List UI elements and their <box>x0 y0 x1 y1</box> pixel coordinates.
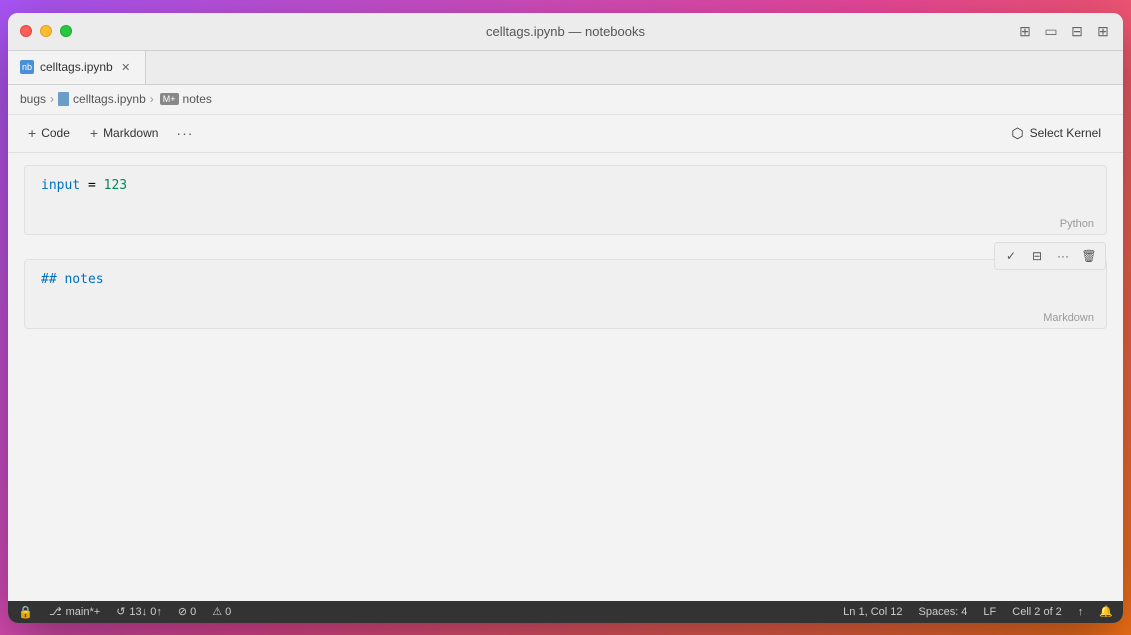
status-right: Ln 1, Col 12 Spaces: 4 LF Cell 2 of 2 ↑ … <box>843 605 1113 618</box>
code-number-123: 123 <box>104 178 127 193</box>
cell-1[interactable]: input = 123 Python <box>24 165 1107 235</box>
warnings-label: ⚠ 0 <box>212 605 231 618</box>
breadcrumb-file[interactable]: celltags.ipynb <box>58 92 146 106</box>
close-button[interactable] <box>20 25 32 37</box>
tab-bar: nb celltags.ipynb ✕ <box>8 51 1123 85</box>
breadcrumb-notes[interactable]: M+ notes <box>158 92 212 106</box>
cell-2-content[interactable]: ## notes <box>25 260 1106 308</box>
file-icon <box>58 92 69 106</box>
markdown-label: Markdown <box>103 126 158 140</box>
window-title: celltags.ipynb — notebooks <box>486 24 645 39</box>
branch-label: main*+ <box>66 606 101 618</box>
add-code-button[interactable]: + Code <box>20 121 78 145</box>
cell-2-language: Markdown <box>1043 312 1094 324</box>
tab-close-button[interactable]: ✕ <box>119 60 133 74</box>
cell-info-label: Cell 2 of 2 <box>1012 606 1062 618</box>
status-bar: 🔒 ⎇ main*+ ↺ 13↓ 0↑ ⊘ 0 ⚠ 0 Ln 1, Col 12… <box>8 601 1123 623</box>
code-equals: = <box>88 178 104 193</box>
breadcrumb-sep-1: › <box>50 92 54 106</box>
security-icon: 🔒 <box>18 605 33 619</box>
title-bar: celltags.ipynb — notebooks ⊞ ▭ ⊟ ⊞ <box>8 13 1123 51</box>
split-icon[interactable]: ⊟ <box>1069 23 1085 39</box>
sync-label: 13↓ 0↑ <box>129 606 161 618</box>
code-label: Code <box>41 126 70 140</box>
tab-celltags[interactable]: nb celltags.ipynb ✕ <box>8 51 146 84</box>
split-icon: ⊟ <box>1032 249 1042 263</box>
problems-status[interactable]: ⊘ 0 <box>178 605 196 618</box>
cell-1-footer: Python <box>25 214 1106 234</box>
cell-delete-button[interactable]: 🗑 <box>1077 245 1101 267</box>
sidebar-icon[interactable]: ▭ <box>1043 23 1059 39</box>
grid-icon[interactable]: ⊞ <box>1017 23 1033 39</box>
layout-icon[interactable]: ⊞ <box>1095 23 1111 39</box>
add-markdown-button[interactable]: + Markdown <box>82 121 167 145</box>
source-icon[interactable]: ↑ <box>1078 606 1084 618</box>
plus-markdown-icon: + <box>90 125 98 141</box>
tab-label: celltags.ipynb <box>40 60 113 74</box>
branch-icon: ⎇ <box>49 605 62 618</box>
toolbar: + Code + Markdown ··· ⬡ Select Kernel <box>8 115 1123 153</box>
breadcrumb-file-label: celltags.ipynb <box>73 92 146 106</box>
cell-2[interactable]: ✓ ⊟ ··· 🗑 ## notes Markdown <box>24 259 1107 329</box>
cell-2-footer: Markdown <box>25 308 1106 328</box>
sync-status[interactable]: ↺ 13↓ 0↑ <box>116 605 162 618</box>
breadcrumb-bugs-label: bugs <box>20 92 46 106</box>
sync-icon: ↺ <box>116 605 125 618</box>
select-kernel-button[interactable]: ⬡ Select Kernel <box>1001 121 1111 146</box>
breadcrumb: bugs › celltags.ipynb › M+ notes <box>8 85 1123 115</box>
branch-status[interactable]: ⎇ main*+ <box>49 605 100 618</box>
breadcrumb-badge: M+ <box>160 93 179 105</box>
cell-toolbar: ✓ ⊟ ··· 🗑 <box>994 242 1106 270</box>
notification-icon[interactable]: 🔔 <box>1099 605 1113 618</box>
cell-more-icon: ··· <box>1057 249 1069 263</box>
spaces-label: Spaces: 4 <box>919 606 968 618</box>
notebook-content: input = 123 Python ✓ ⊟ ··· <box>8 153 1123 601</box>
kernel-icon: ⬡ <box>1011 125 1023 142</box>
minimize-button[interactable] <box>40 25 52 37</box>
cell-split-button[interactable]: ⊟ <box>1025 245 1049 267</box>
maximize-button[interactable] <box>60 25 72 37</box>
encoding-label: LF <box>983 606 996 618</box>
code-keyword-input: input <box>41 178 80 193</box>
cell-confirm-button[interactable]: ✓ <box>999 245 1023 267</box>
cell-1-language: Python <box>1060 218 1094 230</box>
breadcrumb-notes-label: notes <box>183 92 212 106</box>
breadcrumb-sep-2: › <box>150 92 154 106</box>
security-status[interactable]: 🔒 <box>18 605 33 619</box>
notebook-icon: nb <box>20 60 34 74</box>
plus-code-icon: + <box>28 125 36 141</box>
trash-icon: 🗑 <box>1081 249 1096 263</box>
traffic-lights <box>20 25 72 37</box>
check-icon: ✓ <box>1006 249 1016 263</box>
title-bar-controls: ⊞ ▭ ⊟ ⊞ <box>1017 23 1111 39</box>
app-window: celltags.ipynb — notebooks ⊞ ▭ ⊟ ⊞ nb ce… <box>8 13 1123 623</box>
warnings-status[interactable]: ⚠ 0 <box>212 605 231 618</box>
position-label: Ln 1, Col 12 <box>843 606 902 618</box>
cell-more-button[interactable]: ··· <box>1051 245 1075 267</box>
toolbar-more-button[interactable]: ··· <box>170 121 199 145</box>
markdown-heading: ## notes <box>41 272 104 287</box>
breadcrumb-bugs[interactable]: bugs <box>20 92 46 106</box>
no-problems-label: ⊘ 0 <box>178 605 196 618</box>
select-kernel-label: Select Kernel <box>1030 126 1101 140</box>
cell-1-content[interactable]: input = 123 <box>25 166 1106 214</box>
